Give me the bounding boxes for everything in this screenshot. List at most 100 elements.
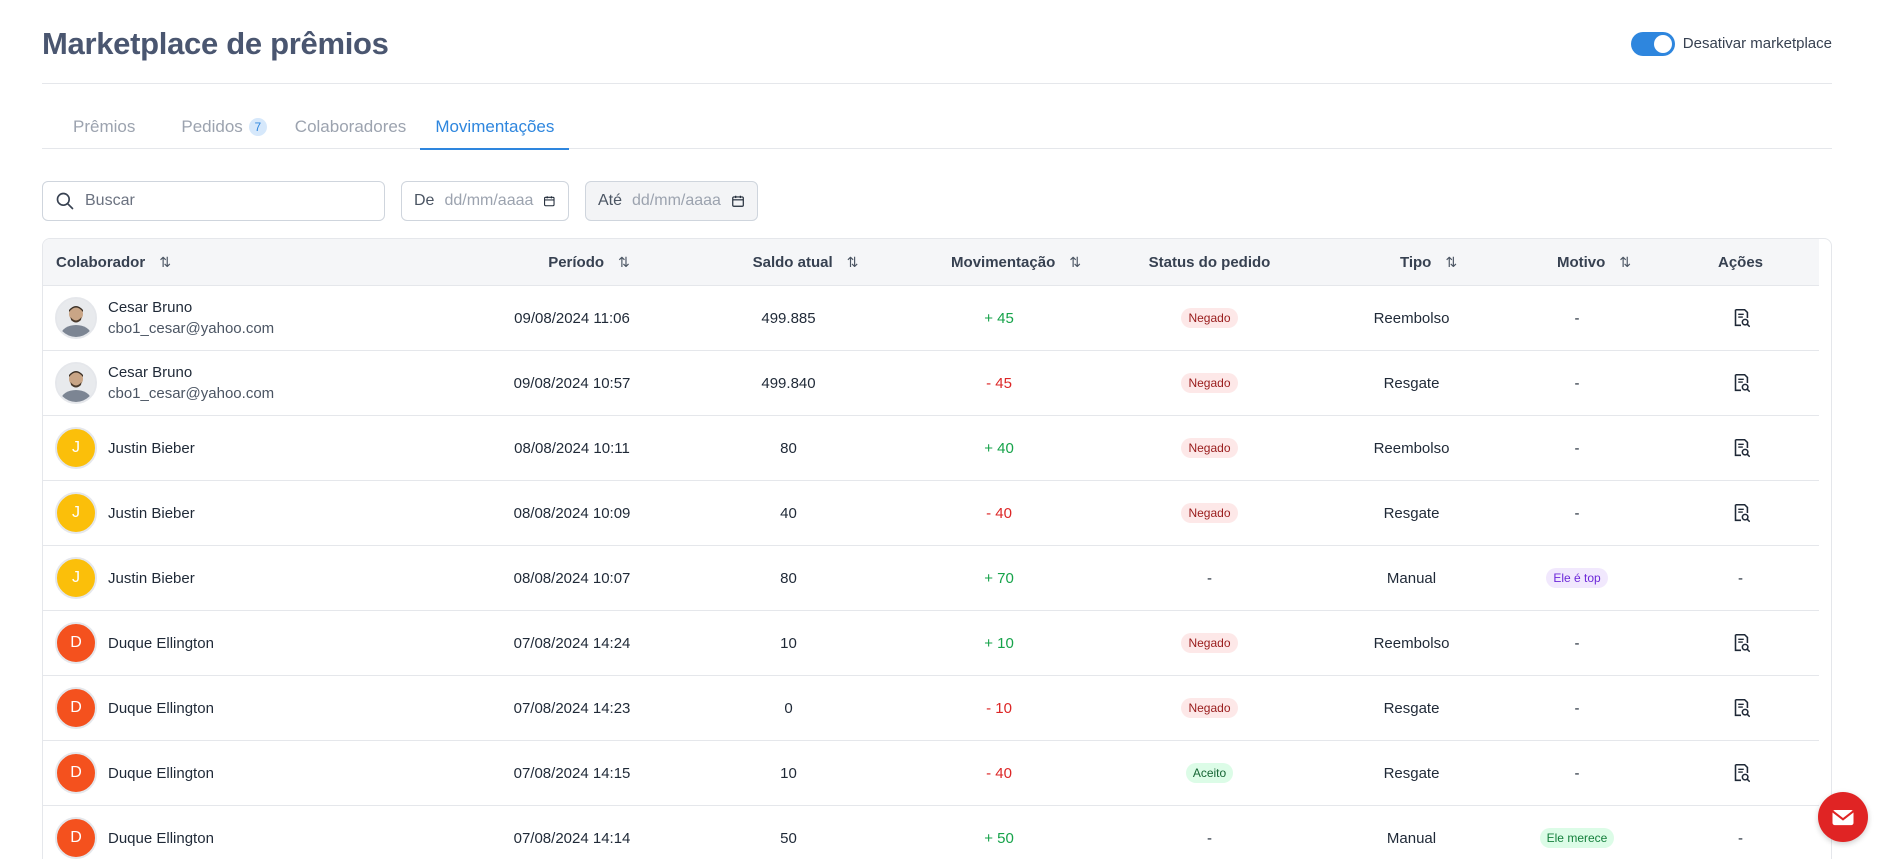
user-info: Cesar Bruno cbo1_cesar@yahoo.com	[108, 299, 274, 337]
acao-text: -	[1738, 829, 1743, 847]
movement-value: - 40	[986, 764, 1012, 782]
cell-saldo: 10	[667, 611, 910, 675]
date-to-label: Até	[598, 192, 623, 209]
tipo-text: Reembolso	[1373, 309, 1450, 327]
page-title: Marketplace de prêmios	[42, 25, 389, 61]
cell-periodo: 08/08/2024 10:09	[477, 481, 667, 545]
header-movimentacao[interactable]: Movimentação ⇅	[910, 239, 1088, 285]
motivo-text: -	[1574, 504, 1580, 522]
user-name: Duque Ellington	[108, 699, 214, 717]
tab-colaboradores[interactable]: Colaboradores	[281, 104, 421, 149]
cell-acoes	[1662, 481, 1819, 545]
table-row: D Duque Ellington 07/08/2024 14:23 0 - 10 Neg…	[43, 676, 1819, 741]
user-info: Duque Ellington	[108, 830, 214, 847]
cell-acoes	[1662, 351, 1819, 415]
user-name: Justin Bieber	[108, 504, 195, 522]
header-periodo[interactable]: Período ⇅	[477, 239, 667, 285]
header-saldo-label: Saldo atual	[752, 253, 833, 271]
cell-tipo: Resgate	[1331, 741, 1492, 805]
avatar: J	[55, 492, 97, 534]
date-from-field[interactable]: De dd/mm/aaaa	[401, 181, 569, 221]
user-email: cbo1_cesar@yahoo.com	[108, 320, 275, 337]
header-colaborador[interactable]: Colaborador ⇅	[43, 239, 477, 285]
avatar: D	[55, 687, 97, 729]
header-motivo[interactable]: Motivo ⇅	[1492, 239, 1662, 285]
header-movimentacao-label: Movimentação	[951, 253, 1056, 271]
tipo-text: Reembolso	[1373, 634, 1450, 652]
document-search-icon[interactable]	[1730, 632, 1752, 654]
acao-text: -	[1738, 569, 1743, 587]
cell-colaborador: D Duque Ellington	[43, 611, 477, 675]
contact-fab[interactable]	[1818, 792, 1868, 842]
sort-icon[interactable]: ⇅	[159, 254, 171, 271]
header-acoes-label: Ações	[1717, 253, 1764, 271]
sort-icon[interactable]: ⇅	[1445, 254, 1457, 271]
tab-pedidos[interactable]: Pedidos 7	[167, 104, 280, 149]
saldo-text: 499.840	[761, 374, 816, 392]
tipo-text: Resgate	[1383, 699, 1440, 717]
document-search-icon[interactable]	[1730, 437, 1752, 459]
status-badge: Negado	[1181, 698, 1238, 718]
cell-status: Aceito	[1088, 741, 1331, 805]
cell-colaborador: D Duque Ellington	[43, 676, 477, 740]
status-text: -	[1207, 829, 1212, 847]
sort-icon[interactable]: ⇅	[1069, 254, 1081, 271]
table-row: D Duque Ellington 07/08/2024 14:24 10 + 10 Ne…	[43, 611, 1819, 676]
marketplace-toggle[interactable]	[1630, 31, 1675, 56]
cell-motivo: -	[1492, 676, 1662, 740]
tab-colaboradores-label: Colaboradores	[294, 116, 407, 136]
cell-acoes	[1662, 611, 1819, 675]
cell-movimentacao: + 70	[910, 546, 1088, 610]
document-search-icon[interactable]	[1730, 762, 1752, 784]
mail-icon	[1831, 810, 1855, 826]
calendar-icon[interactable]	[731, 193, 745, 209]
document-search-icon[interactable]	[1730, 502, 1752, 524]
document-search-icon[interactable]	[1730, 697, 1752, 719]
cell-movimentacao: + 50	[910, 806, 1088, 859]
sort-icon[interactable]: ⇅	[847, 254, 859, 271]
header-motivo-label: Motivo	[1556, 253, 1606, 271]
cell-periodo: 08/08/2024 10:07	[477, 546, 667, 610]
cell-status: Negado	[1088, 351, 1331, 415]
header-saldo[interactable]: Saldo atual ⇅	[667, 239, 910, 285]
cell-motivo: -	[1492, 481, 1662, 545]
header-tipo[interactable]: Tipo ⇅	[1331, 239, 1492, 285]
marketplace-toggle-label: Desativar marketplace	[1682, 35, 1832, 52]
document-search-icon[interactable]	[1730, 372, 1752, 394]
cell-colaborador: J Justin Bieber	[43, 546, 477, 610]
period-text: 08/08/2024 10:11	[514, 439, 630, 457]
date-to-placeholder: dd/mm/aaaa	[632, 192, 721, 209]
motivo-text: -	[1574, 634, 1580, 652]
tab-movimentacoes[interactable]: Movimentações	[420, 104, 570, 150]
user-name: Justin Bieber	[108, 439, 195, 457]
calendar-icon[interactable]	[543, 193, 556, 209]
motivo-text: -	[1574, 699, 1580, 717]
avatar-initial: D	[70, 699, 82, 716]
tab-premios[interactable]: Prêmios	[42, 104, 167, 149]
table-row: J Justin Bieber 08/08/2024 10:07 80 + 70 - Man…	[43, 546, 1819, 611]
period-text: 08/08/2024 10:07	[513, 569, 631, 587]
sort-icon[interactable]: ⇅	[1619, 254, 1631, 271]
date-to-field[interactable]: Até dd/mm/aaaa	[585, 181, 758, 221]
cell-tipo: Resgate	[1331, 481, 1492, 545]
avatar-initial: D	[70, 829, 82, 846]
document-search-icon[interactable]	[1730, 307, 1752, 329]
sort-icon[interactable]: ⇅	[618, 254, 630, 271]
cell-status: -	[1088, 546, 1331, 610]
period-text: 07/08/2024 14:23	[513, 699, 631, 717]
tipo-text: Reembolso	[1373, 439, 1450, 457]
header-status: Status do pedido	[1088, 239, 1331, 285]
movement-value: - 40	[986, 504, 1012, 522]
search-input[interactable]	[85, 192, 355, 210]
avatar: D	[55, 752, 97, 794]
avatar: J	[55, 557, 97, 599]
user-info: Justin Bieber	[108, 440, 195, 457]
user-name: Justin Bieber	[108, 569, 195, 587]
cell-motivo: -	[1492, 741, 1662, 805]
tab-bar: Prêmios Pedidos 7 Colaboradores Moviment…	[42, 104, 1832, 150]
user-email: cbo1_cesar@yahoo.com	[108, 385, 275, 402]
cell-tipo: Manual	[1331, 546, 1492, 610]
status-text: -	[1207, 569, 1212, 587]
period-text: 09/08/2024 10:57	[513, 374, 631, 392]
period-text: 07/08/2024 14:24	[513, 634, 631, 652]
